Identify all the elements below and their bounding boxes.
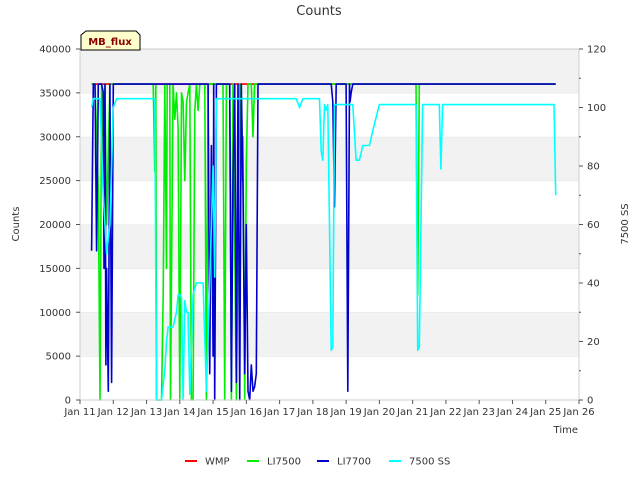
y-axis-right: 0 20 40 60 80 100 120 [579, 45, 606, 407]
x-tick-label: Jan 23 [463, 407, 495, 418]
mb-flux-badge-text: MB_flux [88, 37, 132, 48]
x-tick-label: Jan 13 [130, 407, 162, 418]
x-tick-label: Jan 21 [396, 407, 428, 418]
x-tick-label: Jan 18 [296, 407, 328, 418]
x-tick-label: Jan 20 [363, 407, 395, 418]
x-tick-label: Jan 15 [196, 407, 228, 418]
legend-item-li7700: LI7700 [317, 457, 371, 468]
y2-tick-label: 80 [587, 162, 600, 173]
mb-flux-badge: MB_flux [80, 30, 141, 51]
y-tick-label: 20000 [39, 220, 71, 231]
y-tick-label: 5000 [46, 352, 71, 363]
y-axis-label: Counts [11, 207, 22, 242]
y2-tick-label: 0 [587, 396, 593, 407]
y2-tick-label: 20 [587, 337, 600, 348]
x-tick-label: Jan 14 [163, 407, 195, 418]
legend-label: 7500 SS [409, 457, 450, 468]
legend-label: LI7500 [267, 457, 301, 468]
y2-axis-label: 7500 SS [620, 203, 631, 244]
grid-band [80, 312, 579, 357]
y2-tick-label: 100 [587, 103, 606, 114]
y2-tick-label: 60 [587, 220, 600, 231]
y-tick-label: 40000 [39, 45, 71, 56]
counts-chart: Jan 11 Jan 12 Jan 13 Jan 14 Jan 15 Jan 16 Jan … [11, 4, 631, 468]
y-tick-label: 30000 [39, 132, 71, 143]
legend-item-7500-ss: 7500 SS [389, 457, 450, 468]
y-tick-label: 10000 [39, 308, 71, 319]
x-tick-label: Jan 17 [263, 407, 295, 418]
x-tick-label: Jan 12 [97, 407, 129, 418]
y-axis-left: 0 5000 10000 15000 20000 25000 30000 35000 40000 [39, 45, 80, 407]
grid-band [80, 49, 579, 93]
x-axis-label: Time [553, 425, 578, 436]
x-tick-label: Jan 19 [329, 407, 361, 418]
legend-label: WMP [205, 457, 230, 468]
x-tick-label: Jan 26 [562, 407, 594, 418]
legend: WMP LI7500 LI7700 7500 SS [185, 457, 450, 468]
y2-tick-label: 40 [587, 279, 600, 290]
legend-item-li7500: LI7500 [247, 457, 301, 468]
x-tick-label: Jan 22 [429, 407, 461, 418]
y-tick-label: 15000 [39, 264, 71, 275]
x-tick-label: Jan 11 [63, 407, 95, 418]
x-tick-label: Jan 24 [496, 407, 528, 418]
y-tick-label: 35000 [39, 88, 71, 99]
y-tick-label: 0 [65, 396, 71, 407]
chart-title: Counts [296, 4, 342, 19]
x-tick-label: Jan 25 [529, 407, 561, 418]
x-axis: Jan 11 Jan 12 Jan 13 Jan 14 Jan 15 Jan 16 Jan … [63, 400, 595, 418]
y2-tick-label: 120 [587, 45, 606, 56]
x-tick-label: Jan 16 [230, 407, 262, 418]
grid-band [80, 356, 579, 400]
y-tick-label: 25000 [39, 176, 71, 187]
legend-item-wmp: WMP [185, 457, 230, 468]
legend-label: LI7700 [337, 457, 371, 468]
